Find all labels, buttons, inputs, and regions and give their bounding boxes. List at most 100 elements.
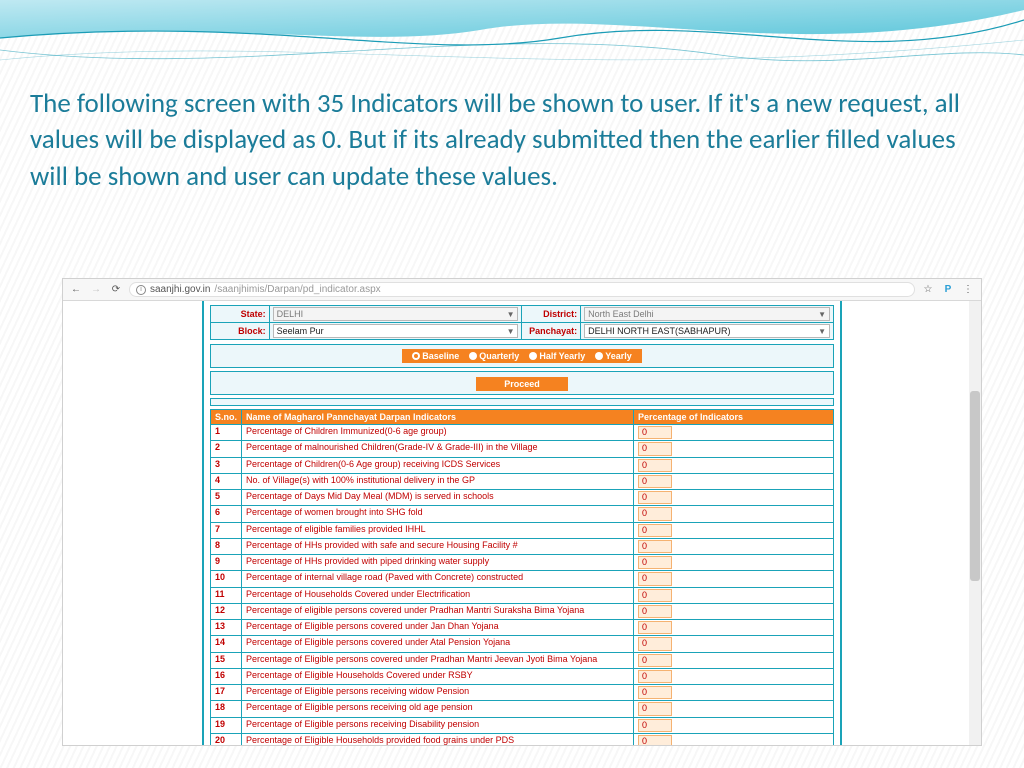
address-bar[interactable]: i saanjhi.gov.in/saanjhimis/Darpan/pd_in…: [129, 282, 915, 297]
row-sno: 9: [211, 555, 242, 571]
reload-icon[interactable]: ⟳: [109, 284, 123, 295]
row-percentage-cell: 0: [634, 668, 834, 684]
table-row: 5Percentage of Days Mid Day Meal (MDM) i…: [211, 490, 834, 506]
row-percentage-cell: 0: [634, 652, 834, 668]
row-sno: 8: [211, 538, 242, 554]
percentage-input[interactable]: 0: [638, 605, 672, 618]
row-percentage-cell: 0: [634, 473, 834, 489]
slide-heading: The following screen with 35 Indicators …: [30, 86, 984, 195]
row-percentage-cell: 0: [634, 620, 834, 636]
percentage-input[interactable]: 0: [638, 654, 672, 667]
panchayat-select[interactable]: DELHI NORTH EAST(SABHAPUR) ▼: [584, 324, 830, 338]
percentage-input[interactable]: 0: [638, 524, 672, 537]
row-sno: 15: [211, 652, 242, 668]
percentage-input[interactable]: 0: [638, 572, 672, 585]
period-yearly[interactable]: Yearly: [595, 351, 632, 361]
percentage-input[interactable]: 0: [638, 719, 672, 732]
row-indicator-name: Percentage of Households Covered under E…: [242, 587, 634, 603]
row-indicator-name: Percentage of Eligible persons covered u…: [242, 620, 634, 636]
table-row: 1Percentage of Children Immunized(0-6 ag…: [211, 425, 834, 441]
district-select[interactable]: North East Delhi ▼: [584, 307, 830, 321]
percentage-input[interactable]: 0: [638, 442, 672, 455]
percentage-input[interactable]: 0: [638, 475, 672, 488]
percentage-input[interactable]: 0: [638, 507, 672, 520]
back-icon[interactable]: ←: [69, 284, 83, 295]
percentage-input[interactable]: 0: [638, 637, 672, 650]
period-yearly-label: Yearly: [605, 351, 632, 361]
period-baseline[interactable]: Baseline: [412, 351, 459, 361]
proceed-button[interactable]: Proceed: [476, 377, 568, 391]
row-sno: 12: [211, 603, 242, 619]
table-row: 2Percentage of malnourished Children(Gra…: [211, 441, 834, 457]
vertical-scrollbar[interactable]: [969, 301, 981, 745]
row-indicator-name: Percentage of women brought into SHG fol…: [242, 506, 634, 522]
col-percentage: Percentage of Indicators: [634, 410, 834, 425]
forward-icon[interactable]: →: [89, 284, 103, 295]
block-select[interactable]: Seelam Pur ▼: [273, 324, 519, 338]
period-bar: Baseline Quarterly Half Yearly Yearly: [210, 344, 834, 368]
row-percentage-cell: 0: [634, 587, 834, 603]
url-path: /saanjhimis/Darpan/pd_indicator.aspx: [214, 284, 380, 295]
percentage-input[interactable]: 0: [638, 702, 672, 715]
filters-table: State: DELHI ▼ District: North East Delh…: [210, 305, 834, 340]
row-indicator-name: No. of Village(s) with 100% institutiona…: [242, 473, 634, 489]
bookmark-star-icon[interactable]: ☆: [921, 284, 935, 295]
period-quarterly[interactable]: Quarterly: [469, 351, 519, 361]
row-percentage-cell: 0: [634, 717, 834, 733]
row-percentage-cell: 0: [634, 457, 834, 473]
period-quarterly-label: Quarterly: [479, 351, 519, 361]
percentage-input[interactable]: 0: [638, 621, 672, 634]
table-row: 17Percentage of Eligible persons receivi…: [211, 685, 834, 701]
percentage-input[interactable]: 0: [638, 459, 672, 472]
percentage-input[interactable]: 0: [638, 491, 672, 504]
row-percentage-cell: 0: [634, 538, 834, 554]
state-select[interactable]: DELHI ▼: [273, 307, 519, 321]
radio-icon: [412, 352, 420, 360]
table-row: 16Percentage of Eligible Households Cove…: [211, 668, 834, 684]
table-row: 7Percentage of eligible families provide…: [211, 522, 834, 538]
table-row: 18Percentage of Eligible persons receivi…: [211, 701, 834, 717]
period-half-yearly[interactable]: Half Yearly: [529, 351, 585, 361]
row-indicator-name: Percentage of eligible persons covered u…: [242, 603, 634, 619]
site-info-icon[interactable]: i: [136, 285, 146, 295]
page-content: State: DELHI ▼ District: North East Delh…: [202, 301, 842, 745]
percentage-input[interactable]: 0: [638, 686, 672, 699]
percentage-input[interactable]: 0: [638, 735, 672, 745]
row-indicator-name: Percentage of Eligible persons covered u…: [242, 636, 634, 652]
row-percentage-cell: 0: [634, 571, 834, 587]
table-row: 20Percentage of Eligible Households prov…: [211, 733, 834, 745]
kebab-menu-icon[interactable]: ⋮: [961, 284, 975, 295]
row-indicator-name: Percentage of Eligible persons receiving…: [242, 685, 634, 701]
table-row: 15Percentage of Eligible persons covered…: [211, 652, 834, 668]
row-sno: 14: [211, 636, 242, 652]
row-percentage-cell: 0: [634, 701, 834, 717]
table-row: 3Percentage of Children(0-6 Age group) r…: [211, 457, 834, 473]
scrollbar-thumb[interactable]: [970, 391, 980, 581]
panchayat-value: DELHI NORTH EAST(SABHAPUR): [588, 326, 730, 336]
row-sno: 16: [211, 668, 242, 684]
period-options: Baseline Quarterly Half Yearly Yearly: [402, 349, 641, 363]
percentage-input[interactable]: 0: [638, 426, 672, 439]
row-sno: 1: [211, 425, 242, 441]
row-percentage-cell: 0: [634, 522, 834, 538]
row-percentage-cell: 0: [634, 441, 834, 457]
percentage-input[interactable]: 0: [638, 670, 672, 683]
district-value: North East Delhi: [588, 309, 654, 319]
row-sno: 5: [211, 490, 242, 506]
extension-p-icon[interactable]: P: [941, 284, 955, 295]
table-row: 14Percentage of Eligible persons covered…: [211, 636, 834, 652]
row-indicator-name: Percentage of Eligible persons receiving…: [242, 717, 634, 733]
percentage-input[interactable]: 0: [638, 540, 672, 553]
row-percentage-cell: 0: [634, 733, 834, 745]
state-label: State:: [211, 306, 270, 323]
table-row: 4No. of Village(s) with 100% institution…: [211, 473, 834, 489]
radio-icon: [595, 352, 603, 360]
block-label: Block:: [211, 323, 270, 340]
percentage-input[interactable]: 0: [638, 589, 672, 602]
row-indicator-name: Percentage of eligible families provided…: [242, 522, 634, 538]
row-sno: 19: [211, 717, 242, 733]
col-indicator-name: Name of Magharol Pannchayat Darpan Indic…: [242, 410, 634, 425]
row-percentage-cell: 0: [634, 506, 834, 522]
row-sno: 2: [211, 441, 242, 457]
percentage-input[interactable]: 0: [638, 556, 672, 569]
